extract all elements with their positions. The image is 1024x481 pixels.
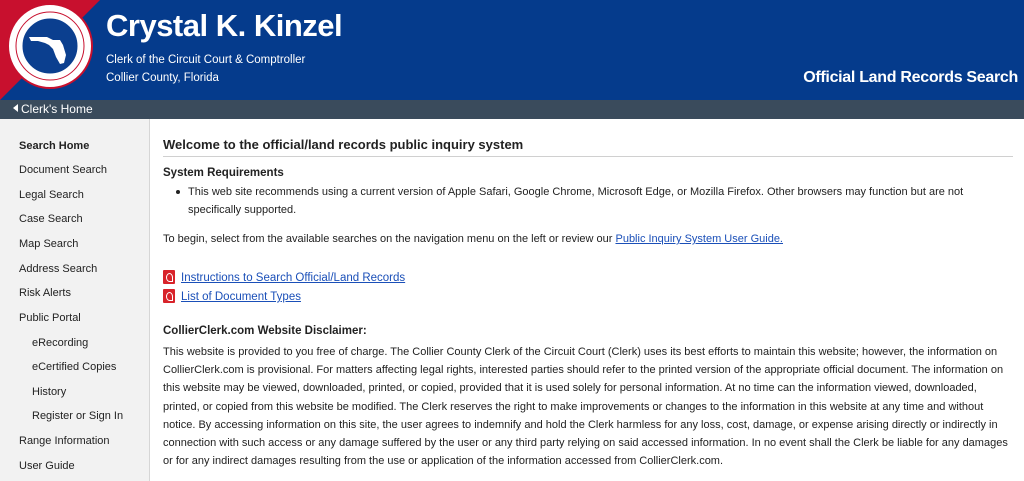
sidebar-item-erecording[interactable]: eRecording bbox=[32, 337, 88, 349]
pdf-icon bbox=[163, 270, 175, 284]
top-nav-bar: Clerk's Home bbox=[0, 100, 1024, 119]
sidebar-item-history[interactable]: History bbox=[32, 386, 66, 398]
intro-paragraph: To begin, select from the available sear… bbox=[163, 233, 783, 245]
pdf-icon bbox=[163, 289, 175, 303]
clerk-title: Clerk of the Circuit Court & Comptroller bbox=[106, 54, 306, 66]
sidebar-item-user-guide[interactable]: User Guide bbox=[19, 460, 75, 472]
requirements-heading: System Requirements bbox=[163, 167, 284, 179]
arrow-left-icon bbox=[13, 104, 18, 112]
title-divider bbox=[163, 156, 1013, 157]
sidebar-item-address-search[interactable]: Address Search bbox=[19, 263, 97, 275]
sidebar-item-legal-search[interactable]: Legal Search bbox=[19, 189, 84, 201]
site-title: Official Land Records Search bbox=[803, 69, 1018, 86]
page-title: Welcome to the official/land records pub… bbox=[163, 137, 524, 152]
sidebar-item-case-search[interactable]: Case Search bbox=[19, 213, 83, 225]
user-guide-link[interactable]: Public Inquiry System User Guide. bbox=[615, 233, 783, 245]
sidebar-item-ecertified-copies[interactable]: eCertified Copies bbox=[32, 361, 116, 373]
instructions-link-label[interactable]: Instructions to Search Official/Land Rec… bbox=[181, 272, 405, 284]
clerk-county: Collier County, Florida bbox=[106, 72, 219, 84]
requirements-list-item: This web site recommends using a current… bbox=[175, 183, 985, 219]
sidebar-item-range-information[interactable]: Range Information bbox=[19, 435, 110, 447]
intro-text: To begin, select from the available sear… bbox=[163, 233, 616, 245]
clerks-home-link[interactable]: Clerk's Home bbox=[13, 102, 93, 116]
site-header: Crystal K. Kinzel Clerk of the Circuit C… bbox=[0, 0, 1024, 100]
florida-map-icon bbox=[23, 19, 77, 73]
disclaimer-text: This website is provided to you free of … bbox=[163, 346, 1008, 468]
document-types-pdf-link[interactable]: List of Document Types bbox=[163, 289, 301, 303]
sidebar-item-map-search[interactable]: Map Search bbox=[19, 238, 78, 250]
clerk-seal-logo[interactable] bbox=[7, 3, 93, 89]
disclaimer-heading: CollierClerk.com Website Disclaimer: bbox=[163, 325, 367, 337]
sidebar-item-search-home[interactable]: Search Home bbox=[19, 140, 89, 152]
sidebar-item-public-portal[interactable]: Public Portal bbox=[19, 312, 81, 324]
bullet-icon bbox=[176, 190, 180, 194]
sidebar-item-risk-alerts[interactable]: Risk Alerts bbox=[19, 287, 71, 299]
sidebar: Search Home Document Search Legal Search… bbox=[0, 119, 150, 481]
clerk-name: Crystal K. Kinzel bbox=[106, 8, 343, 43]
requirements-text: This web site recommends using a current… bbox=[188, 186, 964, 216]
instructions-pdf-link[interactable]: Instructions to Search Official/Land Rec… bbox=[163, 270, 405, 284]
sidebar-item-register-sign-in[interactable]: Register or Sign In bbox=[32, 410, 123, 422]
clerks-home-label: Clerk's Home bbox=[21, 102, 93, 116]
document-types-link-label[interactable]: List of Document Types bbox=[181, 291, 301, 303]
sidebar-item-document-search[interactable]: Document Search bbox=[19, 164, 107, 176]
